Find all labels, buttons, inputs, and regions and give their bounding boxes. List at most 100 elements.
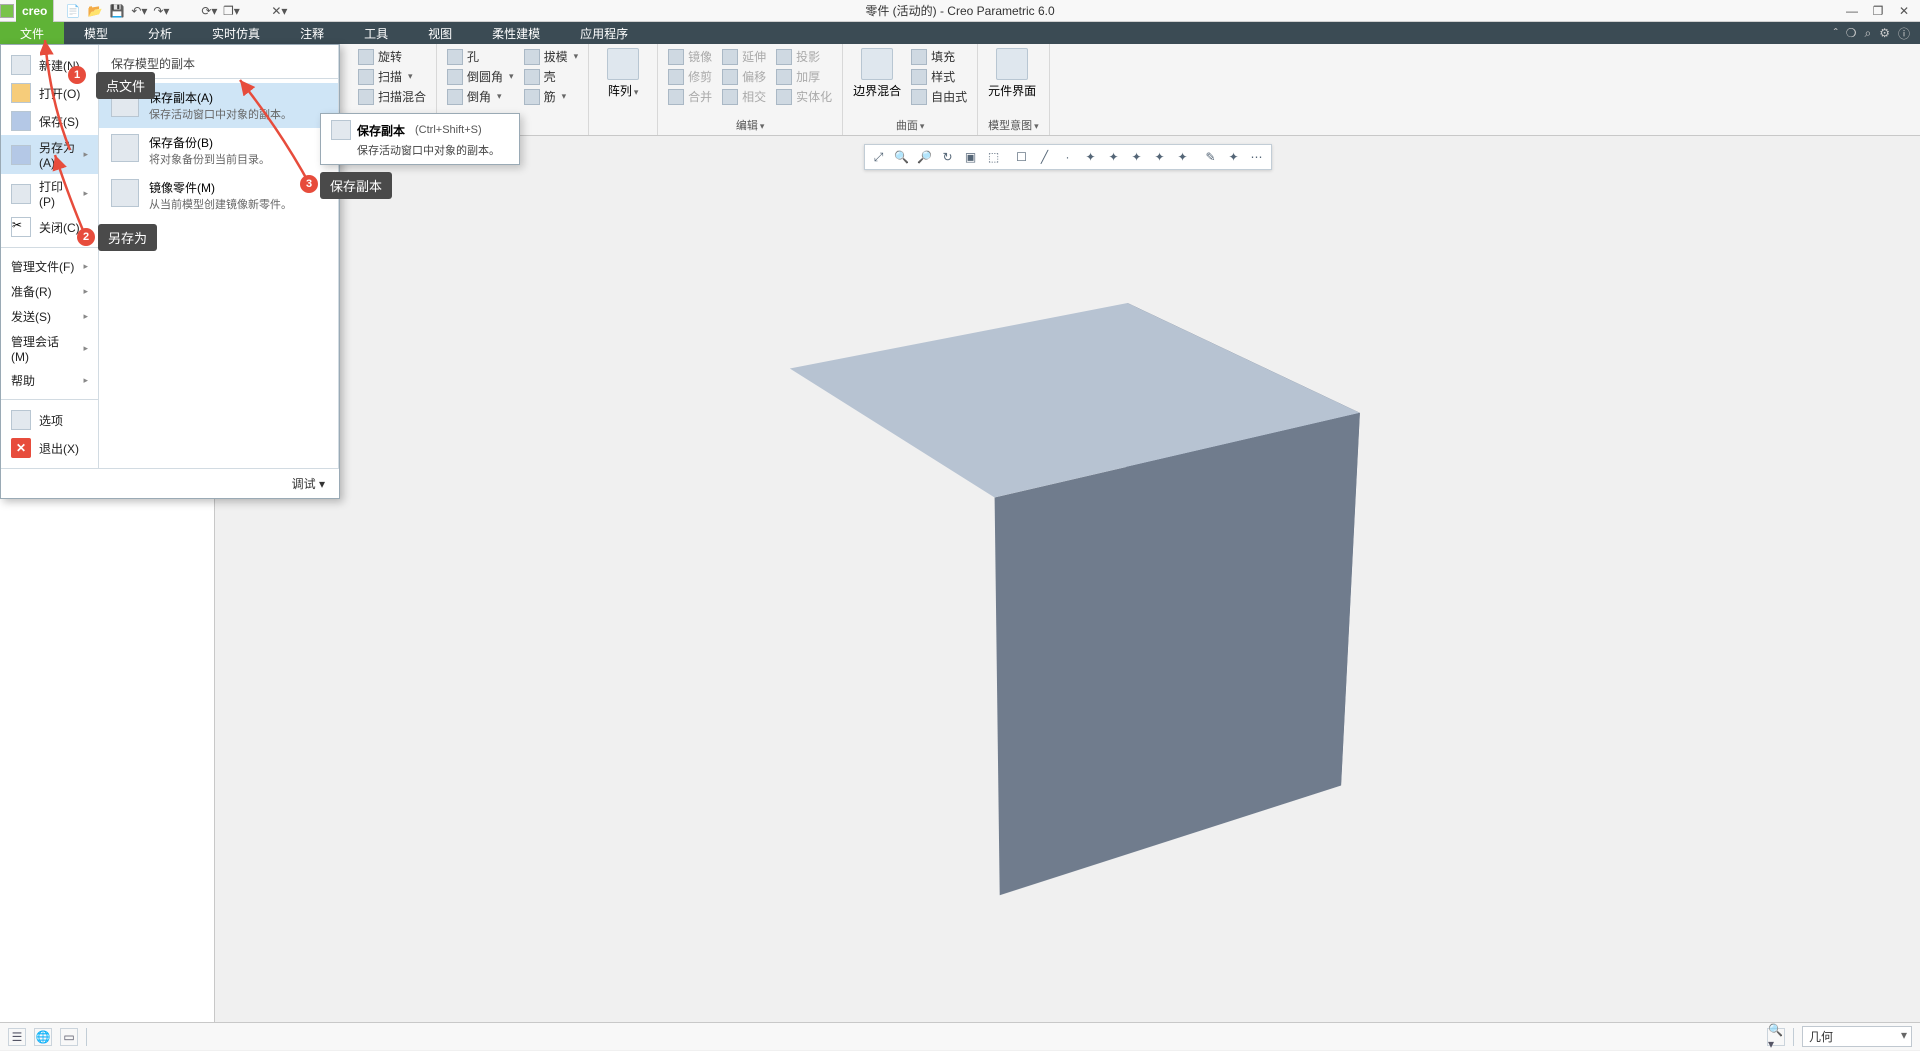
datum-axis-icon[interactable]: ╱ <box>1035 147 1055 167</box>
status-grid-icon[interactable]: ☰ <box>8 1028 26 1046</box>
status-browser-icon[interactable]: 🌐 <box>34 1028 52 1046</box>
datum-point-icon[interactable]: · <box>1058 147 1078 167</box>
file-menu-footer[interactable]: 调试 ▾ <box>1 468 339 498</box>
thicken-button[interactable]: 加厚 <box>776 68 832 85</box>
fill-button[interactable]: 填充 <box>911 48 967 65</box>
extend-button[interactable]: 延伸 <box>722 48 766 65</box>
saved-view-icon[interactable]: ⬚ <box>984 147 1004 167</box>
ribbon-tabs: 文件 模型 分析 实时仿真 注释 工具 视图 柔性建模 应用程序 ˆ ❍ ⌕ ⚙… <box>0 22 1920 44</box>
zoom-in-icon[interactable]: 🔍 <box>892 147 912 167</box>
tab-file[interactable]: 文件 <box>0 22 64 44</box>
file-manage-session[interactable]: 管理会话(M)▸ <box>1 329 98 368</box>
file-save[interactable]: 保存(S) <box>1 107 98 135</box>
end-icon[interactable]: ⋯ <box>1247 147 1267 167</box>
spin-icon[interactable]: ✦ <box>1224 147 1244 167</box>
merge-button[interactable]: 合并 <box>668 88 712 105</box>
maximize-icon[interactable]: ❐ <box>1866 2 1890 20</box>
freeform-icon <box>911 89 927 105</box>
tab-apps[interactable]: 应用程序 <box>560 22 648 44</box>
qat-undo-icon[interactable]: ↶▾ <box>130 2 148 20</box>
display-style-icon[interactable]: ▣ <box>961 147 981 167</box>
file-manage-file[interactable]: 管理文件(F)▸ <box>1 254 98 279</box>
annotation-icon[interactable]: ✎ <box>1201 147 1221 167</box>
status-find-icon[interactable]: 🔍▾ <box>1767 1028 1785 1046</box>
shell-button[interactable]: 壳 <box>524 68 579 85</box>
sweep-button[interactable]: 扫描 <box>358 68 426 85</box>
file-saveas[interactable]: 另存为(A)▸ <box>1 135 98 174</box>
datum-five-icon[interactable]: ✦ <box>1104 147 1124 167</box>
selection-filter-combo[interactable]: 几何 <box>1802 1026 1912 1047</box>
qat-new-icon[interactable]: 📄 <box>64 2 82 20</box>
datum-plane-icon[interactable]: ☐ <box>1012 147 1032 167</box>
ribbon-settings-icon[interactable]: ⚙ <box>1879 26 1890 40</box>
file-send[interactable]: 发送(S)▸ <box>1 304 98 329</box>
intersect-icon <box>722 89 738 105</box>
refit-icon[interactable]: ⤢ <box>869 147 889 167</box>
minimize-icon[interactable]: — <box>1840 2 1864 20</box>
repaint-icon[interactable]: ↻ <box>938 147 958 167</box>
chamfer-button[interactable]: 倒角 <box>447 88 514 105</box>
round-button[interactable]: 倒圆角 <box>447 68 514 85</box>
datum-six-icon[interactable]: ✦ <box>1127 147 1147 167</box>
qat-close-win-icon[interactable]: ✕▾ <box>270 2 288 20</box>
graphics-viewport[interactable]: ⤢ 🔍 🔎 ↻ ▣ ⬚ ☐ ╱ · ✦ ✦ ✦ ✦ ✦ ✎ ✦ ⋯ <box>215 136 1920 1022</box>
file-exit[interactable]: ✕退出(X) <box>1 434 98 462</box>
qat-regen-icon[interactable]: ⟳▾ <box>200 2 218 20</box>
ribbon-info-icon[interactable]: ⓘ <box>1898 25 1910 42</box>
datum-seven-icon[interactable]: ✦ <box>1150 147 1170 167</box>
status-folder-icon[interactable]: ▭ <box>60 1028 78 1046</box>
rotate-button[interactable]: 旋转 <box>358 48 426 65</box>
style-button[interactable]: 样式 <box>911 68 967 85</box>
project-button[interactable]: 投影 <box>776 48 832 65</box>
draft-button[interactable]: 拔模 <box>524 48 579 65</box>
tab-tools[interactable]: 工具 <box>344 22 408 44</box>
save-backup-item[interactable]: 保存备份(B)将对象备份到当前目录。 <box>99 128 338 173</box>
shell-icon <box>524 69 540 85</box>
file-print[interactable]: 打印(P)▸ <box>1 174 98 213</box>
datum-eight-icon[interactable]: ✦ <box>1173 147 1193 167</box>
file-open[interactable]: 打开(O) <box>1 79 98 107</box>
file-menu: 新建(N) 打开(O) 保存(S) 另存为(A)▸ 打印(P)▸ ✂关闭(C) … <box>0 44 340 499</box>
file-help[interactable]: 帮助▸ <box>1 368 98 393</box>
qat-windows-icon[interactable]: ❐▾ <box>222 2 240 20</box>
ribbon-min-icon[interactable]: ˆ <box>1834 26 1838 40</box>
options-icon <box>11 410 31 430</box>
pattern-button[interactable]: 阵列 <box>599 48 647 99</box>
offset-button[interactable]: 偏移 <box>722 68 766 85</box>
qat-save-icon[interactable]: 💾 <box>108 2 126 20</box>
group-label-edit[interactable]: 编辑 <box>668 115 832 133</box>
file-options[interactable]: 选项 <box>1 406 98 434</box>
compui-button[interactable]: 元件界面 <box>988 48 1036 99</box>
trim-button[interactable]: 修剪 <box>668 68 712 85</box>
compui-icon <box>996 48 1028 80</box>
freeform-button[interactable]: 自由式 <box>911 88 967 105</box>
sep <box>1007 147 1009 167</box>
solidify-button[interactable]: 实体化 <box>776 88 832 105</box>
file-prepare[interactable]: 准备(R)▸ <box>1 279 98 304</box>
tab-model[interactable]: 模型 <box>64 22 128 44</box>
datum-csys-icon[interactable]: ✦ <box>1081 147 1101 167</box>
qat-open-icon[interactable]: 📂 <box>86 2 104 20</box>
qat-redo-icon[interactable]: ↷▾ <box>152 2 170 20</box>
tab-flex[interactable]: 柔性建模 <box>472 22 560 44</box>
zoom-out-icon[interactable]: 🔎 <box>915 147 935 167</box>
tab-realtime[interactable]: 实时仿真 <box>192 22 280 44</box>
offset-icon <box>722 69 738 85</box>
qat-sep <box>246 2 264 20</box>
intersect-button[interactable]: 相交 <box>722 88 766 105</box>
sweep-blend-button[interactable]: 扫描混合 <box>358 88 426 105</box>
rib-button[interactable]: 筋 <box>524 88 579 105</box>
tab-annotate[interactable]: 注释 <box>280 22 344 44</box>
close-icon[interactable]: ✕ <box>1892 2 1916 20</box>
mirror-button[interactable]: 镜像 <box>668 48 712 65</box>
sweep-icon <box>358 69 374 85</box>
group-label-intent[interactable]: 模型意图 <box>988 115 1039 133</box>
group-label-surface[interactable]: 曲面 <box>853 115 967 133</box>
tab-analysis[interactable]: 分析 <box>128 22 192 44</box>
ribbon-search-icon[interactable]: ⌕ <box>1864 26 1871 41</box>
tab-view[interactable]: 视图 <box>408 22 472 44</box>
chevron-right-icon: ▸ <box>83 261 88 272</box>
ribbon-help-icon[interactable]: ❍ <box>1846 26 1857 40</box>
boundary-button[interactable]: 边界混合 <box>853 48 901 99</box>
hole-button[interactable]: 孔 <box>447 48 514 65</box>
